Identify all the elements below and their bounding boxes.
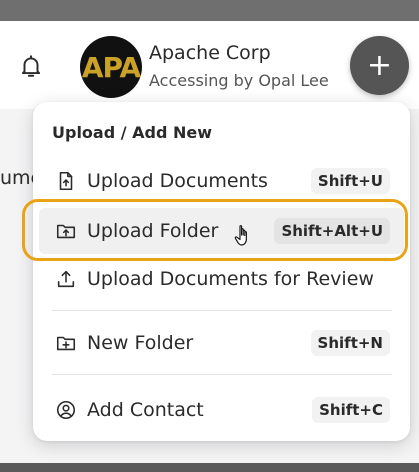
menu-item-label: Upload Folder <box>87 220 219 242</box>
menu-divider <box>52 310 392 311</box>
account-name: Apache Corp <box>149 42 271 64</box>
menu-item-upload-documents-for-review[interactable]: Upload Documents for Review <box>39 256 404 302</box>
bell-icon[interactable] <box>18 53 44 79</box>
menu-title: Upload / Add New <box>52 123 213 142</box>
menu-item-label: Upload Documents <box>87 170 268 192</box>
menu-divider <box>52 374 392 375</box>
shortcut-badge: Shift+U <box>310 168 390 194</box>
menu-item-upload-folder[interactable]: Upload Folder Shift+Alt+U <box>39 208 404 254</box>
upload-add-new-menu: Upload / Add New Upload Documents Shift+… <box>33 102 410 441</box>
hand-cursor-icon <box>234 225 247 246</box>
shortcut-badge: Shift+Alt+U <box>274 218 390 244</box>
top-bar <box>0 0 419 21</box>
folder-plus-icon <box>56 336 76 351</box>
folder-upload-icon <box>56 224 76 239</box>
bottom-bar <box>0 463 419 472</box>
menu-item-label: Add Contact <box>87 399 204 421</box>
shortcut-badge: Shift+C <box>312 397 390 423</box>
menu-item-label: New Folder <box>87 332 194 354</box>
account-subtitle: Accessing by Opal Lee <box>149 71 329 90</box>
menu-item-upload-documents[interactable]: Upload Documents Shift+U <box>39 158 404 204</box>
company-logo: APA <box>80 36 142 98</box>
menu-item-new-folder[interactable]: New Folder Shift+N <box>39 320 404 366</box>
menu-item-label: Upload Documents for Review <box>87 268 374 290</box>
file-upload-icon <box>59 171 73 191</box>
menu-item-add-contact[interactable]: Add Contact Shift+C <box>39 387 404 433</box>
logo-text: APA <box>81 50 141 84</box>
add-new-button[interactable]: + <box>350 36 409 95</box>
upload-icon <box>57 270 75 288</box>
shortcut-badge: Shift+N <box>310 330 390 356</box>
user-circle-icon <box>56 400 76 420</box>
